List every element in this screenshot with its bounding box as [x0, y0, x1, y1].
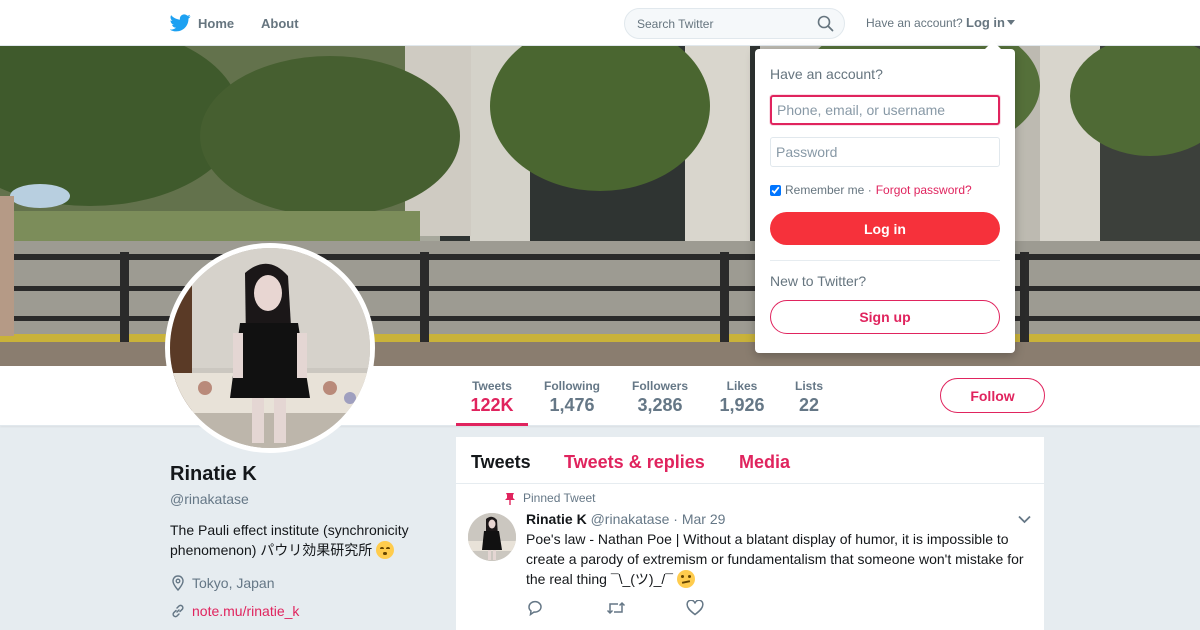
login-button[interactable]: Log in	[770, 212, 1000, 245]
stat-value: 3,286	[637, 395, 683, 415]
avatar-photo	[170, 248, 370, 448]
stat-value: 22	[798, 395, 820, 415]
tab-media[interactable]: Media	[739, 452, 790, 473]
stat-label: Followers	[631, 379, 688, 393]
username-field[interactable]	[770, 95, 1000, 125]
location-text: Tokyo, Japan	[192, 575, 275, 591]
dropdown-divider	[770, 260, 1000, 261]
tweet-date[interactable]: · Mar 29	[673, 511, 725, 527]
dropdown-title: Have an account?	[770, 66, 883, 82]
stat-label: Likes	[726, 379, 758, 393]
pin-icon	[505, 492, 515, 505]
profile-name[interactable]: Rinatie K	[170, 463, 257, 486]
bio-text: The Pauli effect institute (synchronicit…	[170, 522, 409, 558]
search-box	[624, 8, 845, 39]
timeline-tabs: Tweets Tweets & replies Media	[456, 437, 1044, 484]
tweet-author-handle[interactable]: @rinakatase	[591, 511, 670, 527]
tweet-avatar[interactable]	[468, 513, 516, 561]
location-pin-icon	[172, 575, 184, 591]
pinned-text: Pinned Tweet	[523, 491, 596, 505]
stat-following[interactable]: Following 1,476	[538, 366, 606, 426]
password-field[interactable]	[770, 137, 1000, 167]
remember-me-row: Remember me · Forgot password?	[770, 183, 972, 197]
have-account-text: Have an account?	[866, 16, 963, 30]
stat-label: Lists	[794, 379, 823, 393]
top-nav-bar: Home About Have an account? Log in	[0, 0, 1200, 46]
caret-down-icon	[1007, 20, 1015, 25]
chevron-down-icon[interactable]	[1018, 515, 1031, 524]
nav-home-label: Home	[198, 15, 235, 31]
reply-button[interactable]	[526, 600, 606, 621]
tweet-header: Rinatie K @rinakatase · Mar 29	[526, 511, 725, 527]
rolling-eyes-emoji-icon	[676, 570, 695, 588]
profile-bio: The Pauli effect institute (synchronicit…	[170, 520, 430, 560]
nav-home-link[interactable]: Home	[170, 12, 234, 34]
kissing-face-emoji-icon	[376, 541, 395, 559]
tweet-text: Poe's law - Nathan Poe | Without a blata…	[526, 529, 1031, 589]
stat-value: 1,926	[719, 395, 765, 415]
forgot-password-link[interactable]: Forgot password?	[876, 183, 972, 197]
tab-tweets[interactable]: Tweets	[471, 452, 531, 473]
profile-avatar[interactable]	[165, 243, 375, 453]
stat-label: Tweets	[472, 379, 512, 393]
reply-icon	[528, 600, 542, 617]
heart-icon	[686, 599, 704, 616]
timeline-panel: Tweets Tweets & replies Media Pinned Twe…	[456, 437, 1044, 630]
twitter-bird-icon	[170, 14, 191, 32]
follow-button[interactable]: Follow	[940, 378, 1045, 413]
stat-tweets[interactable]: Tweets 122K	[456, 366, 528, 426]
stat-value: 122K	[470, 395, 514, 415]
new-to-twitter-text: New to Twitter?	[770, 273, 867, 289]
stat-label: Following	[544, 379, 600, 393]
tweet-actions	[526, 599, 766, 621]
profile-location: Tokyo, Japan	[170, 575, 275, 591]
signup-button[interactable]: Sign up	[770, 300, 1000, 334]
login-link-label: Log in	[966, 15, 1005, 30]
like-button[interactable]	[686, 599, 766, 621]
tweet-author-name[interactable]: Rinatie K	[526, 511, 587, 527]
search-icon[interactable]	[817, 15, 834, 32]
pinned-tweet-label: Pinned Tweet	[505, 491, 596, 505]
tweet-body: Poe's law - Nathan Poe | Without a blata…	[526, 531, 1024, 587]
nav-about-link[interactable]: About	[261, 16, 299, 31]
login-dropdown: Have an account? Remember me · Forgot pa…	[755, 41, 1015, 353]
remember-me-checkbox[interactable]	[770, 184, 781, 196]
stat-likes[interactable]: Likes 1,926	[712, 366, 772, 426]
stat-lists[interactable]: Lists 22	[788, 366, 830, 426]
login-dropdown-toggle[interactable]: Log in	[966, 15, 1015, 30]
stat-value: 1,476	[549, 395, 595, 415]
website-text: note.mu/rinatie_k	[192, 603, 300, 619]
link-icon	[172, 604, 184, 618]
stat-followers[interactable]: Followers 3,286	[626, 366, 694, 426]
remember-me-label: Remember me ·	[785, 183, 872, 197]
tweet-avatar-photo	[468, 513, 516, 561]
search-input[interactable]	[625, 9, 805, 38]
profile-handle[interactable]: @rinakatase	[170, 491, 249, 507]
retweet-icon	[606, 601, 626, 615]
profile-website-link[interactable]: note.mu/rinatie_k	[170, 603, 299, 619]
retweet-button[interactable]	[606, 600, 686, 621]
tab-tweets-and-replies[interactable]: Tweets & replies	[564, 452, 705, 473]
